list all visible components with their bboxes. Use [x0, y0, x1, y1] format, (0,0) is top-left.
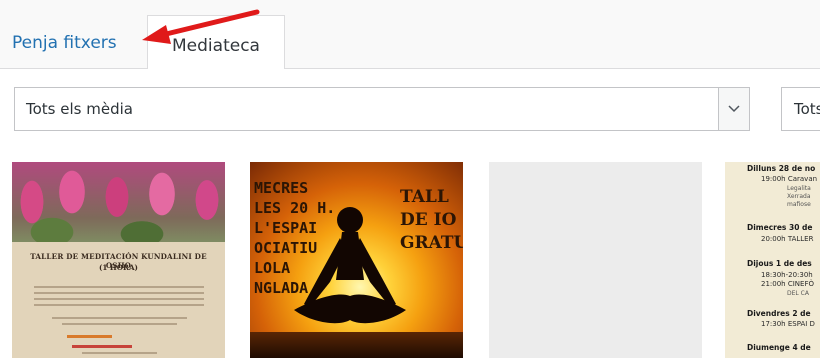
tabs-divider	[0, 68, 820, 69]
schedule-line: Diumenge 4 de	[747, 343, 811, 352]
schedule-line: Divendres 2 de	[747, 309, 811, 318]
schedule-line: Xerrada	[787, 193, 811, 200]
schedule-line: 18:30h-20:30h	[761, 271, 813, 279]
poster-subtitle: (1 HORA)	[99, 263, 138, 272]
schedule-line: 19:00h Caravan	[761, 175, 818, 183]
media-item-yoga-poster[interactable]: MECRES LES 20 H. L'ESPAI OCIATIU LOLA NG…	[250, 162, 463, 358]
poster-left-line: NGLADA	[254, 279, 309, 297]
poster-text-line	[52, 317, 187, 319]
poster-text-line	[34, 298, 204, 300]
poster-right-line: GRATU	[400, 233, 463, 253]
schedule-line: 20:00h TALLER	[761, 235, 814, 243]
chevron-down-icon[interactable]	[718, 88, 749, 130]
media-item-placeholder[interactable]	[489, 162, 702, 358]
poster-right-line: TALL	[400, 187, 449, 207]
schedule-line: mafiose	[787, 201, 811, 208]
schedule-line: 21:00h CINEFÒ	[761, 280, 814, 288]
schedule-line: 17:30h ESPAI D	[761, 320, 815, 328]
date-filter-value: Tots	[794, 100, 820, 118]
schedule-line: Dimecres 30 de	[747, 223, 813, 232]
poster-text-line	[34, 286, 204, 288]
schedule-line: Dijous 1 de des	[747, 259, 812, 268]
annotation-arrow-icon	[142, 9, 260, 44]
poster-left-line: OCIATIU	[254, 239, 318, 257]
media-modal-header	[0, 0, 820, 68]
poster-left-line: LOLA	[254, 259, 291, 277]
media-type-filter-select[interactable]: Tots els mèdia	[14, 87, 750, 131]
poster-text-line	[34, 292, 204, 294]
poster-text-line	[82, 352, 157, 354]
poster-text-line	[34, 304, 204, 306]
poster-text-line	[62, 323, 177, 325]
poster-right-text: TALL DE IO GRATU	[400, 186, 463, 255]
poster-left-line: LES 20 H.	[254, 199, 336, 217]
media-item-meditation-poster[interactable]: TALLER DE MEDITACIÓN KUNDALINI DE OSHO (…	[12, 162, 225, 358]
poster-left-line: L'ESPAI	[254, 219, 318, 237]
media-item-schedule[interactable]: Dilluns 28 de no 19:00h Caravan Legalita…	[725, 162, 820, 358]
poster-highlight	[67, 335, 112, 338]
poster-left-text: MECRES LES 20 H. L'ESPAI OCIATIU LOLA NG…	[254, 178, 335, 298]
poster-highlight	[72, 345, 132, 348]
schedule-line: DEL CA	[787, 290, 809, 297]
schedule-line: Dilluns 28 de no	[747, 164, 816, 173]
dancers-photo	[12, 162, 225, 242]
schedule-line: Legalita	[787, 185, 811, 192]
poster-right-line: DE IO	[400, 210, 457, 230]
date-filter-select[interactable]: Tots	[781, 87, 820, 131]
media-type-filter-value: Tots els mèdia	[26, 100, 133, 118]
poster-left-line: MECRES	[254, 179, 309, 197]
tab-upload-files[interactable]: Penja fitxers	[12, 33, 117, 53]
